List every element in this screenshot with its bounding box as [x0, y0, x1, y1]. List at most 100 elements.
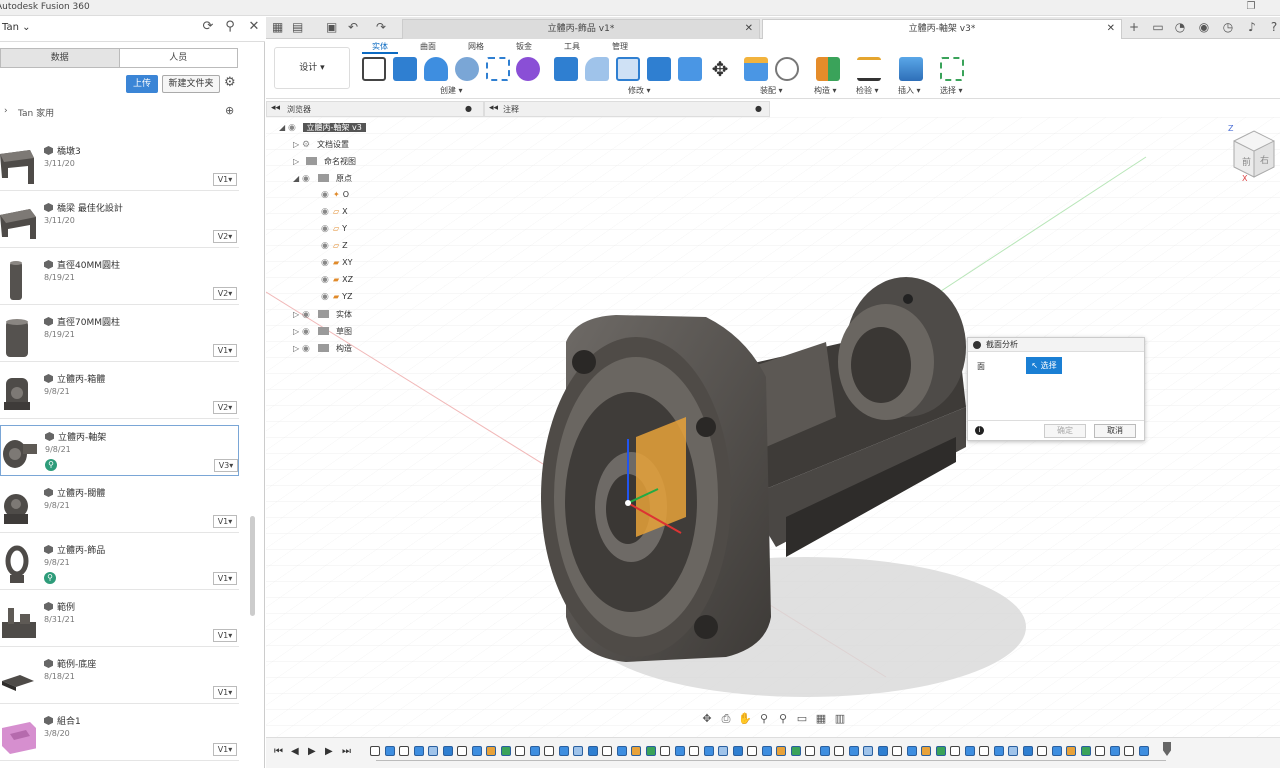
timeline-feature-icon[interactable] [776, 746, 786, 756]
collapse-notes-icon[interactable]: ◂◂ [489, 103, 498, 113]
timeline-feature-icon[interactable] [1095, 746, 1105, 756]
timeline-feature-icon[interactable] [935, 746, 946, 756]
timeline-feature-icon[interactable] [384, 746, 395, 756]
visibility-eye-icon[interactable]: ◉ [321, 275, 333, 285]
timeline-feature-icon[interactable] [616, 746, 627, 756]
tab-data[interactable]: 数据 [1, 49, 120, 67]
insert-group-label[interactable]: 插入 ▾ [898, 85, 921, 96]
settings-gear-icon[interactable]: ⚙ [224, 75, 236, 90]
tree-item[interactable]: ▷ ⚙ 文档设置 [293, 139, 349, 156]
visibility-eye-icon[interactable]: ◉ [288, 123, 300, 133]
step-forward-icon[interactable]: ▶ [325, 746, 333, 757]
version-dropdown[interactable]: V1▾ [213, 344, 237, 357]
expand-icon[interactable]: ▷ [293, 344, 302, 353]
press-pull-icon[interactable] [554, 57, 578, 81]
insert-image-icon[interactable] [899, 57, 923, 81]
go-to-start-icon[interactable]: ⏮ [274, 746, 283, 757]
timeline-feature-icon[interactable] [703, 746, 714, 756]
fillet-icon[interactable] [585, 57, 609, 81]
timeline-feature-icon[interactable] [863, 746, 873, 756]
search-icon[interactable]: ⚲ [222, 19, 238, 34]
timeline-feature-icon[interactable] [587, 746, 598, 756]
version-dropdown[interactable]: V3▾ [214, 459, 238, 472]
inspect-group-label[interactable]: 检验 ▾ [856, 85, 879, 96]
tab-solid[interactable]: 实体 [372, 41, 388, 52]
visibility-eye-icon[interactable]: ◉ [321, 241, 333, 251]
team-selector[interactable]: Tan ⌄ [2, 22, 30, 33]
version-dropdown[interactable]: V1▾ [213, 173, 237, 186]
timeline-feature-icon[interactable] [1022, 746, 1033, 756]
measure-icon[interactable] [857, 57, 881, 81]
tree-item[interactable]: ◉ ▰ XZ [321, 275, 353, 292]
extension-icon[interactable]: ◔ [1172, 20, 1188, 34]
grid-settings-icon[interactable]: ▦ [814, 712, 828, 726]
tree-item[interactable]: ▷ ◉ 草图 [293, 326, 352, 343]
list-item[interactable]: 立體丙-閥體 9/8/21 V1▾ [0, 482, 239, 533]
notes-pin-icon[interactable]: ● [755, 104, 762, 113]
tab-people[interactable]: 人员 [120, 49, 238, 67]
modify-group-label[interactable]: 修改 ▾ [628, 85, 651, 96]
shared-link-icon[interactable]: ⚲ [45, 459, 57, 471]
timeline-feature-icon[interactable] [1037, 746, 1047, 756]
timeline-feature-icon[interactable] [413, 746, 424, 756]
tree-root[interactable]: ◢ ◉ 立體丙-軸架 v3 [279, 122, 366, 139]
timeline-feature-icon[interactable] [1051, 746, 1062, 756]
timeline-feature-icon[interactable] [674, 746, 685, 756]
hole-icon[interactable] [455, 57, 479, 81]
display-settings-icon[interactable]: ▭ [795, 712, 809, 726]
timeline-feature-icon[interactable] [573, 746, 583, 756]
collapse-browser-icon[interactable]: ◂◂ [271, 103, 280, 113]
new-component-icon[interactable] [744, 57, 768, 81]
timeline-feature-icon[interactable] [471, 746, 482, 756]
timeline-feature-icon[interactable] [645, 746, 656, 756]
visibility-eye-icon[interactable]: ◉ [321, 207, 333, 217]
combine-icon[interactable] [647, 57, 671, 81]
version-dropdown[interactable]: V2▾ [213, 287, 237, 300]
split-icon[interactable] [678, 57, 702, 81]
expand-icon[interactable]: ▷ [293, 327, 302, 336]
viewports-icon[interactable]: ▥ [833, 712, 847, 726]
joint-icon[interactable] [775, 57, 799, 81]
timeline-feature-icon[interactable] [761, 746, 772, 756]
timeline-feature-icon[interactable] [906, 746, 917, 756]
upload-button[interactable]: 上传 [126, 75, 158, 93]
undo-icon[interactable]: ↶ [348, 20, 358, 34]
tree-item[interactable]: ◉ ▱ X [321, 207, 348, 224]
visibility-eye-icon[interactable]: ◉ [321, 224, 333, 234]
expand-icon[interactable]: ◢ [293, 174, 302, 183]
viewcube-front-label[interactable]: 前 [1242, 156, 1251, 168]
extrude-icon[interactable] [393, 57, 417, 81]
timeline-feature-icon[interactable] [747, 746, 757, 756]
list-item-selected[interactable]: 立體丙-軸架 9/8/21 ⚲ V3▾ [0, 425, 239, 476]
version-dropdown[interactable]: V1▾ [213, 743, 237, 756]
expand-icon[interactable]: ▷ [293, 310, 302, 319]
timeline-feature-icon[interactable] [515, 746, 525, 756]
timeline-feature-icon[interactable] [442, 746, 453, 756]
version-dropdown[interactable]: V2▾ [213, 230, 237, 243]
info-icon[interactable]: i [975, 426, 984, 435]
restore-icon[interactable]: ❐ [1244, 1, 1258, 12]
timeline-marker[interactable] [1163, 742, 1171, 756]
select-icon[interactable] [940, 57, 964, 81]
tree-item[interactable]: ▷ 命名视图 [293, 156, 356, 173]
save-icon[interactable]: ▣ [326, 20, 337, 34]
workspace-switcher[interactable]: 设计 ▾ [274, 47, 350, 89]
tab-surface[interactable]: 曲面 [420, 41, 436, 52]
timeline-feature-icon[interactable] [558, 746, 569, 756]
step-back-icon[interactable]: ◀ [291, 746, 299, 757]
timeline-feature-icon[interactable] [660, 746, 670, 756]
timeline-feature-icon[interactable] [486, 746, 496, 756]
list-item[interactable]: 立體丙-箱體 9/8/21 V2▾ [0, 368, 239, 419]
visibility-eye-icon[interactable]: ◉ [321, 292, 333, 302]
create-form-icon[interactable] [516, 57, 540, 81]
visibility-eye-icon[interactable]: ◉ [302, 327, 314, 337]
expand-icon[interactable]: ◢ [279, 123, 288, 132]
browser-pin-icon[interactable]: ● [465, 104, 472, 113]
timeline-feature-icon[interactable] [1124, 746, 1134, 756]
timeline-feature-icon[interactable] [1066, 746, 1076, 756]
list-item[interactable]: 立體丙-飾品 9/8/21 ⚲ V1▾ [0, 539, 239, 590]
version-dropdown[interactable]: V1▾ [213, 515, 237, 528]
zoom-icon[interactable]: ⚲ [757, 712, 771, 726]
timeline-feature-icon[interactable] [399, 746, 409, 756]
assemble-group-label[interactable]: 装配 ▾ [760, 85, 783, 96]
